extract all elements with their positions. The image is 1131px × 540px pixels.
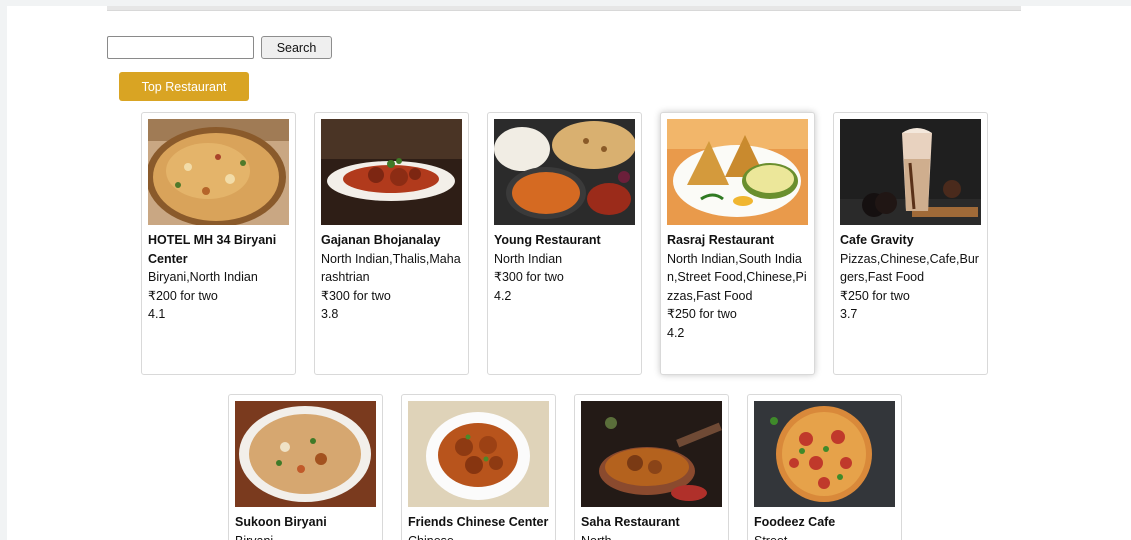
samosa-plate-image	[667, 119, 808, 225]
restaurant-name: Saha Restaurant	[581, 515, 680, 529]
manchurian-bowl-image	[408, 401, 549, 507]
restaurant-card[interactable]: HOTEL MH 34 Biryani Center Biryani,North…	[141, 112, 296, 375]
restaurant-card[interactable]: Rasraj Restaurant North Indian,South Ind…	[660, 112, 815, 375]
biryani-plate-image	[148, 119, 289, 225]
restaurant-name: Rasraj Restaurant	[667, 233, 774, 247]
restaurant-name: Friends Chinese Center	[408, 515, 549, 529]
restaurant-name: Young Restaurant	[494, 233, 601, 247]
restaurant-name: Cafe Gravity	[840, 233, 914, 247]
restaurant-cost: ₹250 for two	[840, 288, 910, 303]
restaurant-name: Gajanan Bhojanalay	[321, 233, 441, 247]
restaurant-cost: ₹300 for two	[494, 270, 564, 284]
search-input[interactable]	[107, 36, 254, 59]
restaurant-card[interactable]: Young Restaurant North Indian ₹300 for t…	[487, 112, 642, 375]
restaurant-cuisines: Biryani	[235, 532, 376, 540]
restaurant-rating: 3.8	[321, 307, 339, 321]
restaurant-card[interactable]: Saha Restaurant North	[574, 394, 729, 540]
restaurant-name: Sukoon Biryani	[235, 515, 327, 529]
restaurant-rating: 4.2	[494, 288, 512, 303]
biryani-bowl-image	[235, 401, 376, 507]
restaurant-card[interactable]: Cafe Gravity Pizzas,Chinese,Cafe,Burgers…	[833, 112, 988, 375]
pizza-image	[754, 401, 895, 507]
restaurant-rating: 4.2	[667, 325, 685, 340]
restaurant-cost: ₹300 for two	[321, 288, 391, 303]
restaurant-card[interactable]: Sukoon Biryani Biryani	[228, 394, 383, 540]
curry-dish-image	[321, 119, 462, 225]
pan-curry-image	[581, 401, 722, 507]
cold-coffee-image	[840, 119, 981, 225]
restaurant-card[interactable]: Friends Chinese Center Chinese	[401, 394, 556, 540]
restaurant-rating: 3.7	[840, 307, 858, 321]
restaurant-cuisines: Chinese	[408, 532, 549, 540]
restaurant-card[interactable]: Gajanan Bhojanalay North Indian,Thalis,M…	[314, 112, 469, 375]
header-bar	[107, 6, 1021, 11]
restaurant-cuisines: North Indian,South Indian,Street Food,Ch…	[667, 251, 807, 303]
top-restaurant-button[interactable]: Top Restaurant	[119, 72, 249, 101]
restaurant-cuisines: North Indian,Thalis,Maharashtrian	[321, 251, 461, 285]
page: Search Top Restaurant HOTEL MH 34 Biryan…	[7, 6, 1131, 540]
restaurant-card[interactable]: Foodeez Cafe Street	[747, 394, 902, 540]
restaurant-cost: ₹200 for two	[148, 288, 218, 303]
restaurant-cuisines: North Indian	[494, 251, 563, 266]
restaurant-rating: 4.1	[148, 307, 166, 321]
restaurant-name: HOTEL MH 34 Biryani Center	[148, 233, 277, 266]
naan-rice-curry-image	[494, 119, 635, 225]
restaurant-cuisines: Street	[754, 532, 895, 540]
restaurant-cuisines: Pizzas,Chinese,Cafe,Burgers,Fast Food	[840, 251, 979, 285]
restaurant-name: Foodeez Cafe	[754, 515, 836, 529]
restaurant-cost: ₹250 for two	[667, 307, 737, 321]
restaurant-cuisines: Biryani,North Indian	[148, 270, 258, 284]
restaurant-cuisines: North	[581, 532, 722, 540]
search-button[interactable]: Search	[261, 36, 332, 59]
